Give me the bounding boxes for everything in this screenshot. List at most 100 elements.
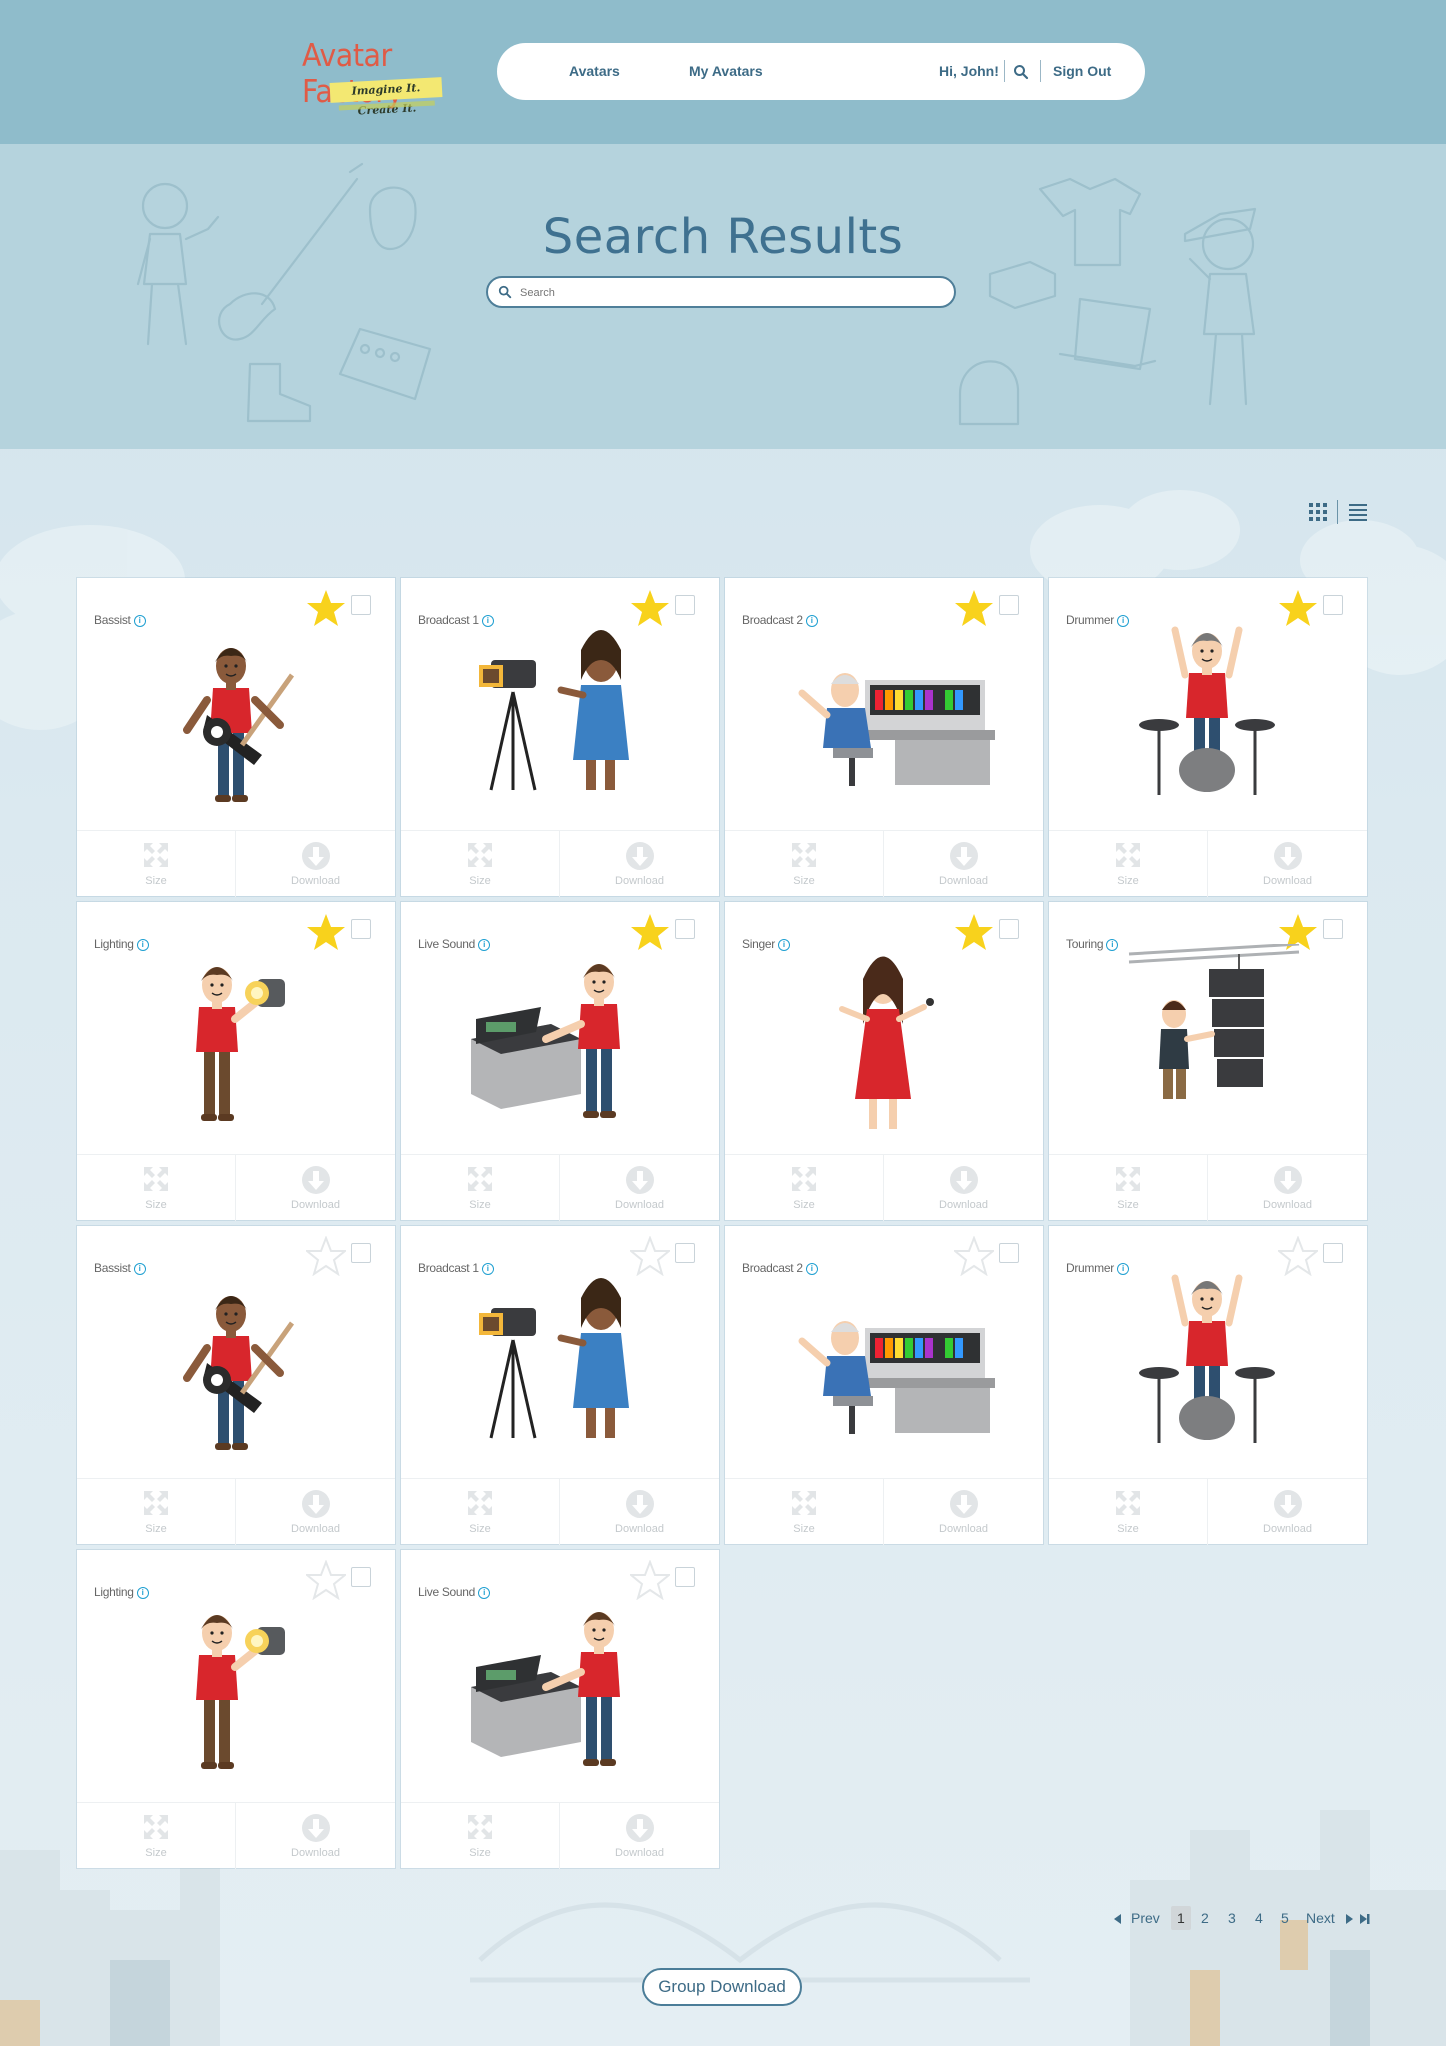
select-checkbox[interactable] bbox=[675, 919, 695, 939]
download-button[interactable]: Download bbox=[236, 1803, 395, 1869]
download-button[interactable]: Download bbox=[884, 1479, 1043, 1545]
card-actions: Size Download bbox=[725, 830, 1043, 897]
avatar-card[interactable]: Broadcast 1i Size Download bbox=[401, 578, 719, 897]
logo[interactable]: Avatar Factory Imagine It. Create It. bbox=[300, 38, 480, 117]
group-download-button[interactable]: Group Download bbox=[642, 1968, 802, 2006]
select-checkbox[interactable] bbox=[675, 1567, 695, 1587]
next-arrow-icon[interactable] bbox=[1346, 1914, 1354, 1924]
download-button[interactable]: Download bbox=[1208, 1155, 1367, 1221]
avatar-illustration[interactable] bbox=[755, 944, 1013, 1154]
avatar-illustration[interactable] bbox=[107, 1592, 365, 1802]
avatar-illustration[interactable] bbox=[107, 620, 365, 830]
size-button[interactable]: Size bbox=[77, 1155, 236, 1221]
select-checkbox[interactable] bbox=[351, 595, 371, 615]
download-button[interactable]: Download bbox=[884, 831, 1043, 897]
select-checkbox[interactable] bbox=[1323, 595, 1343, 615]
page-link-1[interactable]: 1 bbox=[1171, 1906, 1191, 1930]
size-button[interactable]: Size bbox=[725, 831, 884, 897]
avatar-card[interactable]: Broadcast 1i Size Download bbox=[401, 1226, 719, 1545]
select-checkbox[interactable] bbox=[351, 1243, 371, 1263]
avatar-card[interactable]: Bassist i Size Download bbox=[77, 578, 395, 897]
search-icon[interactable] bbox=[1013, 64, 1029, 80]
avatar-card[interactable]: Singer i Size Download bbox=[725, 902, 1043, 1221]
download-button[interactable]: Download bbox=[1208, 831, 1367, 897]
size-button[interactable]: Size bbox=[401, 1803, 560, 1869]
avatar-card[interactable]: Lighting i Size Download bbox=[77, 902, 395, 1221]
avatar-illustration[interactable] bbox=[431, 944, 689, 1154]
size-button[interactable]: Size bbox=[401, 1479, 560, 1545]
select-checkbox[interactable] bbox=[999, 1243, 1019, 1263]
sign-out-link[interactable]: Sign Out bbox=[1053, 63, 1111, 79]
page-link-3[interactable]: 3 bbox=[1228, 1910, 1236, 1926]
card-actions: Size Download bbox=[77, 830, 395, 897]
avatar-illustration[interactable] bbox=[1079, 620, 1337, 830]
select-checkbox[interactable] bbox=[999, 595, 1019, 615]
download-button[interactable]: Download bbox=[1208, 1479, 1367, 1545]
size-button[interactable]: Size bbox=[77, 1479, 236, 1545]
next-page-link[interactable]: Next bbox=[1306, 1910, 1335, 1926]
prev-page-link[interactable]: Prev bbox=[1131, 1910, 1160, 1926]
size-button[interactable]: Size bbox=[725, 1155, 884, 1221]
avatar-illustration[interactable] bbox=[1079, 942, 1337, 1154]
grid-view-icon[interactable] bbox=[1309, 503, 1327, 521]
size-button[interactable]: Size bbox=[401, 831, 560, 897]
avatar-card[interactable]: Broadcast 2i Size Download bbox=[725, 578, 1043, 897]
download-button[interactable]: Download bbox=[236, 831, 395, 897]
avatar-illustration[interactable] bbox=[1079, 1268, 1337, 1478]
download-button[interactable]: Download bbox=[560, 1155, 719, 1221]
size-label: Size bbox=[469, 1199, 491, 1211]
avatar-illustration[interactable] bbox=[431, 1592, 689, 1802]
page-link-5[interactable]: 5 bbox=[1281, 1910, 1289, 1926]
page-link-2[interactable]: 2 bbox=[1201, 1910, 1209, 1926]
avatar-card[interactable]: Lighting i Size Download bbox=[77, 1550, 395, 1869]
avatar-illustration[interactable] bbox=[431, 1268, 689, 1478]
expand-icon bbox=[468, 1491, 492, 1515]
select-checkbox[interactable] bbox=[1323, 1243, 1343, 1263]
select-checkbox[interactable] bbox=[675, 1243, 695, 1263]
prev-arrow-icon[interactable] bbox=[1114, 1914, 1122, 1924]
select-checkbox[interactable] bbox=[675, 595, 695, 615]
avatar-illustration[interactable] bbox=[107, 1268, 365, 1478]
size-label: Size bbox=[1117, 875, 1139, 887]
avatar-card[interactable]: Touring i Size Download bbox=[1049, 902, 1367, 1221]
avatar-card[interactable]: Live Sound i Size Download bbox=[401, 902, 719, 1221]
size-button[interactable]: Size bbox=[1049, 1155, 1208, 1221]
card-actions: Size Download bbox=[401, 830, 719, 897]
size-button[interactable]: Size bbox=[401, 1155, 560, 1221]
avatar-illustration[interactable] bbox=[755, 620, 1013, 830]
download-icon bbox=[949, 1490, 978, 1518]
select-checkbox[interactable] bbox=[999, 919, 1019, 939]
card-actions: Size Download bbox=[725, 1154, 1043, 1221]
avatar-illustration[interactable] bbox=[107, 944, 365, 1154]
size-button[interactable]: Size bbox=[725, 1479, 884, 1545]
avatar-card[interactable]: Drummer i Size Download bbox=[1049, 1226, 1367, 1545]
search-input[interactable] bbox=[518, 282, 942, 304]
nav-avatars-link[interactable]: Avatars bbox=[569, 63, 620, 79]
avatar-card[interactable]: Broadcast 2i Size Download bbox=[725, 1226, 1043, 1545]
download-button[interactable]: Download bbox=[884, 1155, 1043, 1221]
last-page-icon[interactable] bbox=[1360, 1914, 1370, 1924]
view-toggle-divider bbox=[1337, 500, 1338, 524]
download-button[interactable]: Download bbox=[236, 1155, 395, 1221]
download-button[interactable]: Download bbox=[560, 1803, 719, 1869]
search-field[interactable] bbox=[486, 276, 956, 308]
download-button[interactable]: Download bbox=[560, 1479, 719, 1545]
select-checkbox[interactable] bbox=[351, 919, 371, 939]
avatar-card[interactable]: Bassist i Size Download bbox=[77, 1226, 395, 1545]
size-button[interactable]: Size bbox=[77, 831, 236, 897]
select-checkbox[interactable] bbox=[1323, 919, 1343, 939]
nav-my-avatars-link[interactable]: My Avatars bbox=[689, 63, 763, 79]
download-button[interactable]: Download bbox=[560, 831, 719, 897]
avatar-illustration[interactable] bbox=[431, 620, 689, 830]
size-button[interactable]: Size bbox=[1049, 1479, 1208, 1545]
size-button[interactable]: Size bbox=[1049, 831, 1208, 897]
avatar-illustration[interactable] bbox=[755, 1268, 1013, 1478]
list-view-icon[interactable] bbox=[1349, 503, 1367, 521]
expand-icon bbox=[144, 1815, 168, 1839]
avatar-card[interactable]: Live Sound i Size Download bbox=[401, 1550, 719, 1869]
avatar-card[interactable]: Drummer i Size Download bbox=[1049, 578, 1367, 897]
download-button[interactable]: Download bbox=[236, 1479, 395, 1545]
size-button[interactable]: Size bbox=[77, 1803, 236, 1869]
select-checkbox[interactable] bbox=[351, 1567, 371, 1587]
page-link-4[interactable]: 4 bbox=[1255, 1910, 1263, 1926]
